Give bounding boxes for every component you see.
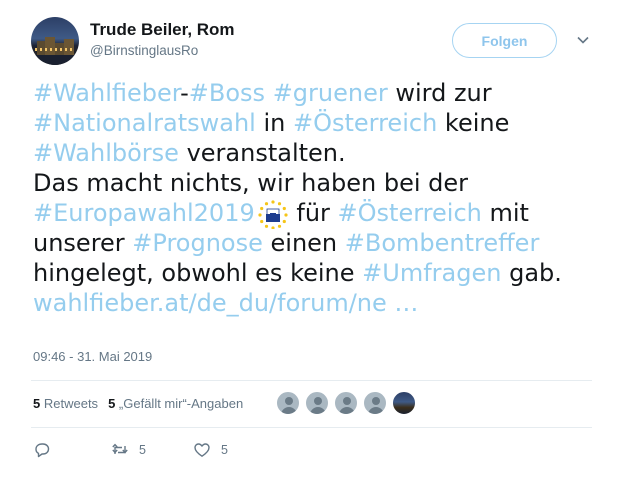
reply-button[interactable] — [33, 441, 51, 459]
divider — [31, 380, 592, 381]
tweet-line: #Wahlfieber-#Boss #gruener wird zur — [33, 78, 593, 108]
hashtag-link[interactable]: #Wahlfieber — [33, 79, 180, 107]
like-button[interactable]: 5 — [193, 441, 228, 459]
liker-avatar[interactable] — [392, 391, 416, 415]
tweet-text-span: mit — [481, 199, 529, 227]
retweet-button[interactable]: 5 — [111, 441, 146, 459]
tweet-text-span: für — [288, 199, 338, 227]
retweet-icon — [112, 443, 128, 454]
tweet-text-span: keine — [437, 109, 510, 137]
tweet-line: unserer #Prognose einen #Bombentreffer — [33, 228, 593, 258]
likes-count: 5 — [108, 396, 116, 411]
liker-avatar[interactable] — [276, 391, 300, 415]
tweet-text-span: wird zur — [387, 79, 492, 107]
hashtag-link[interactable]: #gruener — [273, 79, 388, 107]
hashtag-link[interactable]: #Österreich — [338, 199, 482, 227]
author-name[interactable]: Trude Beiler, Rom — [90, 20, 235, 40]
tweet-line: #Europawahl2019 für #Österreich mit — [33, 198, 593, 229]
tweet-actions: 5 5 — [33, 441, 293, 461]
retweets-stat[interactable]: 5 Retweets — [33, 396, 98, 411]
external-link[interactable]: wahlfieber.at/de_du/forum/ne … — [33, 289, 418, 317]
hashtag-link[interactable]: #Wahlbörse — [33, 139, 179, 167]
retweets-label: Retweets — [43, 396, 99, 411]
reply-icon — [35, 443, 50, 458]
tweet-text: #Wahlfieber-#Boss #gruener wird zur #Nat… — [33, 78, 593, 318]
tweet-text-span: - — [180, 79, 189, 107]
eu-ballot-box-icon — [258, 200, 288, 229]
likes-label: „Gefällt mir“-Angaben — [118, 396, 244, 411]
tweet-line: wahlfieber.at/de_du/forum/ne … — [33, 288, 593, 318]
tweet-line: hingelegt, obwohl es keine #Umfragen gab… — [33, 258, 593, 288]
chevron-down-icon[interactable] — [576, 33, 590, 47]
retweet-count: 5 — [139, 443, 146, 457]
tweet-text-span: Das macht nichts, wir haben bei der — [33, 169, 469, 197]
retweets-count: 5 — [33, 396, 41, 411]
hashtag-link[interactable]: #Österreich — [293, 109, 437, 137]
tweet-text-span — [265, 79, 273, 107]
liker-avatar[interactable] — [305, 391, 329, 415]
hashtag-link[interactable]: #Bombentreffer — [345, 229, 540, 257]
follow-button[interactable]: Folgen — [452, 23, 557, 58]
hashtag-link[interactable]: #Europawahl2019 — [33, 199, 255, 227]
tweet-card: Trude Beiler, Rom @BirnstinglausRo Folge… — [0, 0, 622, 483]
tweet-line: #Wahlbörse veranstalten. — [33, 138, 593, 168]
tweet-text-span: in — [255, 109, 293, 137]
liker-avatar[interactable] — [363, 391, 387, 415]
hashtag-link[interactable]: #Boss — [189, 79, 265, 107]
hashtag-link[interactable]: #Umfragen — [362, 259, 501, 287]
hashtag-link[interactable]: #Prognose — [132, 229, 263, 257]
likes-stat[interactable]: 5 „Gefällt mir“-Angaben — [108, 396, 243, 411]
tweet-text-span: einen — [262, 229, 345, 257]
divider — [31, 427, 592, 428]
tweet-line: #Nationalratswahl in #Österreich keine — [33, 108, 593, 138]
author-avatar[interactable] — [31, 17, 79, 65]
author-handle[interactable]: @BirnstinglausRo — [90, 43, 198, 58]
tweet-timestamp[interactable]: 09:46 - 31. Mai 2019 — [33, 349, 152, 364]
tweet-text-span: unserer — [33, 229, 133, 257]
like-count: 5 — [221, 443, 228, 457]
liker-avatar[interactable] — [334, 391, 358, 415]
tweet-text-span: gab. — [501, 259, 562, 287]
tweet-text-span: veranstalten. — [178, 139, 346, 167]
hashtag-link[interactable]: #Nationalratswahl — [33, 109, 256, 137]
heart-icon — [194, 443, 210, 457]
tweet-text-span: hingelegt, obwohl es keine — [33, 259, 363, 287]
tweet-line: Das macht nichts, wir haben bei der — [33, 168, 593, 198]
tweet-stats: 5 Retweets 5 „Gefällt mir“-Angaben — [33, 396, 243, 411]
